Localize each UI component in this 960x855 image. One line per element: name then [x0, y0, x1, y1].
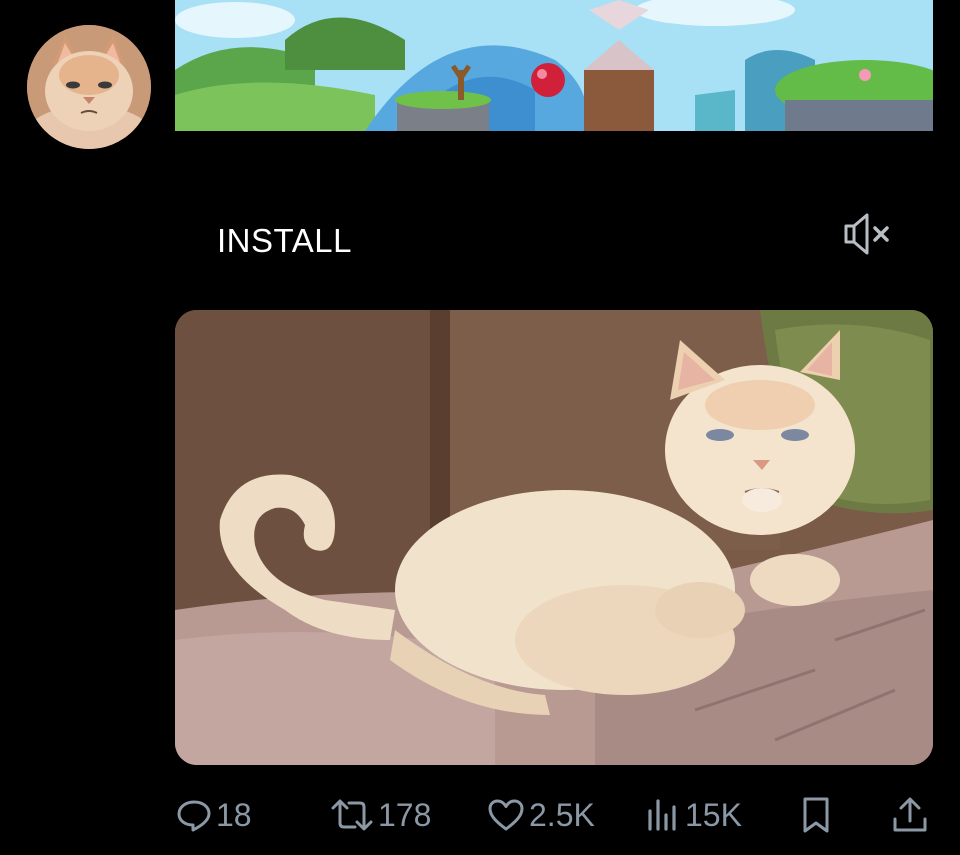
repost-button[interactable]: 178 [330, 790, 431, 840]
share-upload-icon [891, 795, 929, 835]
repost-arrows-icon [330, 797, 374, 833]
reply-button[interactable]: 18 [176, 790, 252, 840]
like-button[interactable]: 2.5K [487, 790, 595, 840]
install-button[interactable]: INSTALL [217, 222, 352, 260]
repost-count: 178 [378, 796, 432, 833]
views-button[interactable]: 15K [645, 790, 742, 840]
ad-banner-image[interactable] [175, 0, 933, 131]
heart-icon [487, 797, 525, 833]
reply-count: 18 [216, 796, 252, 833]
bookmark-button[interactable] [799, 790, 833, 840]
views-count: 15K [685, 796, 742, 833]
action-bar: 18 178 2.5K 15K [0, 790, 960, 840]
share-button[interactable] [891, 790, 929, 840]
bookmark-icon [799, 795, 833, 835]
like-count: 2.5K [529, 796, 595, 833]
tweet: INSTALL 18 178 2.5K 15K [0, 0, 960, 855]
views-bars-icon [645, 797, 681, 833]
post-photo[interactable] [175, 310, 933, 765]
author-avatar[interactable] [27, 25, 151, 149]
speaker-muted-icon[interactable] [842, 211, 892, 257]
reply-bubble-icon [176, 797, 212, 833]
